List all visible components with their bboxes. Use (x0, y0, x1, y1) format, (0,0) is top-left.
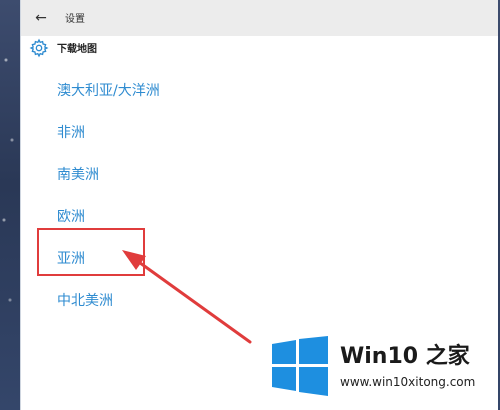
continent-item-north-central-america[interactable]: 中北美洲 (57, 290, 113, 310)
continent-item-oceania[interactable]: 澳大利亚/大洋洲 (57, 80, 160, 100)
gear-icon (29, 38, 49, 58)
continent-item-south-america[interactable]: 南美洲 (57, 164, 99, 184)
watermark-title: Win10 之家 (340, 344, 470, 369)
page-title: 下载地图 (57, 44, 97, 55)
continent-item-europe[interactable]: 欧洲 (57, 206, 85, 226)
window-title: 设置 (65, 14, 85, 25)
continent-item-africa[interactable]: 非洲 (57, 122, 85, 142)
back-arrow-icon[interactable]: ← (31, 8, 51, 28)
highlight-box (37, 228, 145, 276)
title-bar: ← 设置 (21, 0, 498, 36)
windows-logo-icon (272, 336, 328, 396)
screenshot: ← 设置 下载地图 澳大利亚/大洋洲 非洲 南美洲 欧洲 亚洲 中北美洲 Win… (0, 0, 500, 410)
watermark-url: www.win10xitong.com (340, 375, 476, 389)
